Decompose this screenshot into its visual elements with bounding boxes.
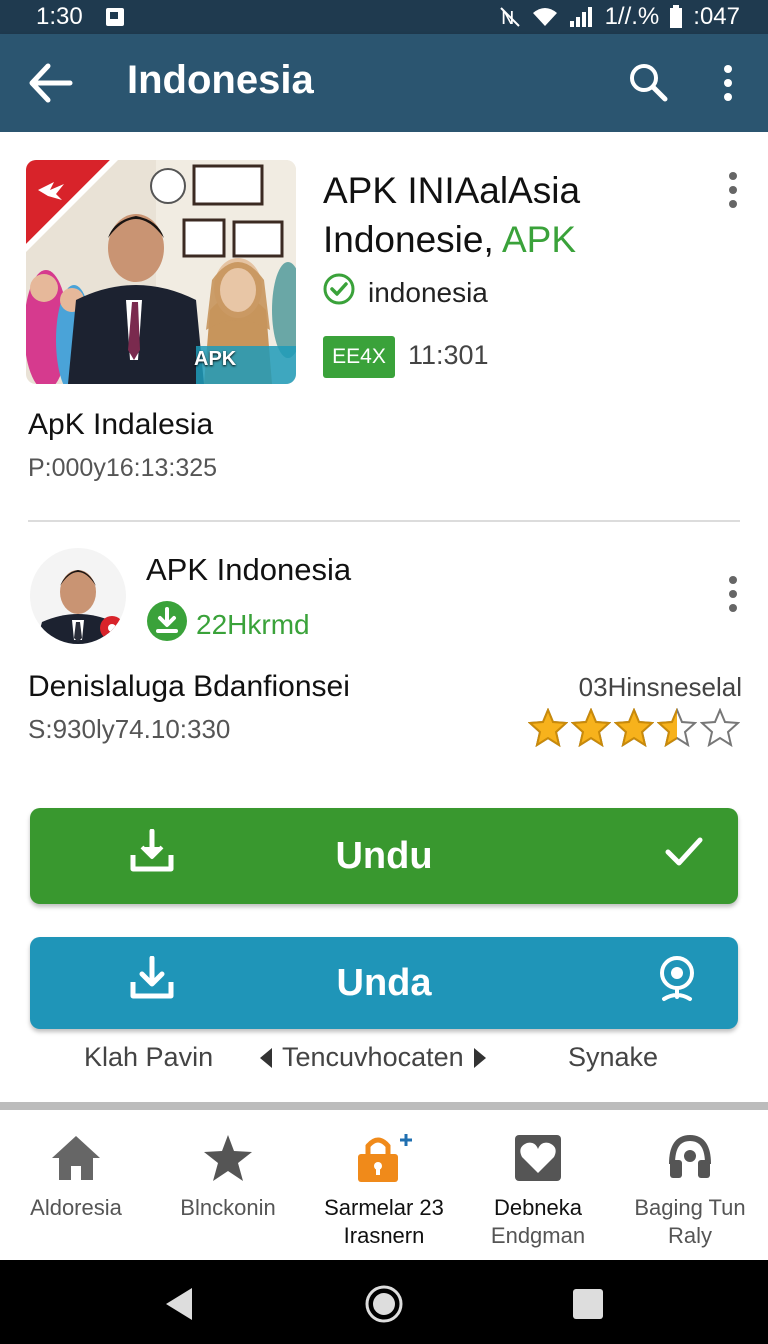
link-row: Klah Pavin Tencuvhocaten Synake (0, 1042, 768, 1082)
webcam-icon (650, 951, 704, 1015)
developer-app-meta: S:930ly74.10:330 (28, 714, 231, 744)
signal-icon (569, 6, 595, 28)
wifi-icon (531, 6, 559, 28)
nav-item-lock[interactable]: Sarmelar 23 Irasnern (308, 1128, 460, 1250)
nav-label-5: Baging Tun (634, 1195, 746, 1220)
version-tag: EE4X (323, 336, 395, 378)
status-extra-text: :047 (693, 3, 740, 30)
nav-item-home[interactable]: Aldoresia (0, 1128, 152, 1222)
rating-star-icon (571, 708, 611, 748)
nav-item-headset[interactable]: Baging Tun Raly (614, 1128, 766, 1250)
status-time: 1:30 (36, 3, 83, 30)
downloads-row: 22Hkrmd (146, 600, 310, 649)
app-thumbnail[interactable]: APK (26, 160, 296, 384)
caret-right-icon (473, 1047, 486, 1068)
link-1[interactable]: Klah Pavin (84, 1042, 213, 1073)
developer-name: APK Indonesia (146, 552, 352, 587)
rating-label: 03Hinsneselal (578, 672, 742, 702)
rating-star-icon (614, 708, 654, 748)
bottom-nav: Aldoresia Blnckonin Sarmelar 23 Irasnern… (0, 1102, 768, 1260)
link-2[interactable]: Tencuvhocaten (258, 1042, 488, 1073)
nav-label-3b: Irasnern (343, 1223, 425, 1248)
star-icon (152, 1128, 304, 1188)
search-icon[interactable] (628, 62, 668, 102)
rating-star-icon (657, 708, 697, 748)
listing-title-accent: APK (501, 219, 577, 260)
link-3[interactable]: Synake (568, 1042, 658, 1073)
star-rating (528, 708, 740, 748)
download-icon (130, 828, 174, 883)
headset-icon (614, 1128, 766, 1188)
back-triangle-icon[interactable] (160, 1284, 200, 1324)
system-nav-bar (0, 1260, 768, 1344)
developer-more-icon[interactable] (722, 574, 744, 614)
app-name: ApK Indalesia (28, 408, 214, 441)
home-circle-icon[interactable] (364, 1284, 404, 1324)
download-button-label: Undu (335, 834, 433, 877)
page-title: Indonesia (127, 58, 314, 102)
tag-time: 11:301 (408, 340, 489, 370)
listing-title: APK INIAalAsia Indonesie, APK (323, 166, 653, 264)
main-content: APK APK INIAalAsia Indonesie, APK indone… (0, 132, 768, 1102)
app-bar: Indonesia (0, 34, 768, 132)
nav-item-star[interactable]: Blnckonin (152, 1128, 304, 1222)
nav-label-3: Sarmelar 23 (324, 1195, 444, 1220)
lock-plus-icon (308, 1128, 460, 1188)
download-button[interactable]: Undu (30, 808, 738, 904)
nav-label-2: Blnckonin (180, 1195, 276, 1220)
download-tray-icon (130, 955, 174, 1010)
nav-label-4b: Endgman (490, 1223, 586, 1248)
battery-icon (669, 5, 683, 29)
status-bar: 1:30 N 1//.% :047 (0, 0, 768, 34)
caret-left-icon (260, 1047, 272, 1068)
nfc-icon: N (499, 6, 521, 28)
verified-text: indonesia (368, 276, 488, 308)
section-divider (28, 520, 740, 522)
rating-star-icon (700, 708, 740, 748)
rating-star-icon (528, 708, 568, 748)
back-arrow-icon[interactable] (28, 62, 74, 104)
listing-title-line2: Indonesie, (323, 219, 502, 260)
nav-item-heart[interactable]: Debneka Endgman (462, 1128, 614, 1250)
thumbnail-badge: APK (194, 348, 237, 370)
avatar[interactable] (30, 548, 126, 644)
downloads-count: 22Hkrmd (196, 608, 310, 640)
secondary-button[interactable]: Unda (30, 937, 738, 1029)
developer-app-name: Denislaluga Bdanfionsei (28, 670, 350, 703)
verified-row: indonesia (322, 272, 488, 313)
secondary-button-label: Unda (336, 961, 432, 1004)
home-icon (0, 1128, 152, 1188)
nav-label-1: Aldoresia (30, 1195, 122, 1220)
link-2-label: Tencuvhocaten (282, 1042, 464, 1072)
image-icon (105, 7, 125, 27)
nav-label-4: Debneka (493, 1195, 583, 1220)
app-meta: P:000y16:13:325 (28, 454, 218, 482)
listing-title-line1: APK INIAalAsia (323, 170, 581, 211)
check-icon (664, 834, 704, 878)
recents-square-icon[interactable] (568, 1284, 608, 1324)
check-circle-icon (322, 272, 356, 313)
nav-label-5b: Raly (667, 1223, 712, 1248)
listing-more-icon[interactable] (722, 170, 744, 210)
status-right-text: 1//.% (604, 3, 660, 30)
download-circle-icon (146, 600, 188, 649)
heart-box-icon (462, 1128, 614, 1188)
more-vert-icon[interactable] (718, 62, 738, 104)
